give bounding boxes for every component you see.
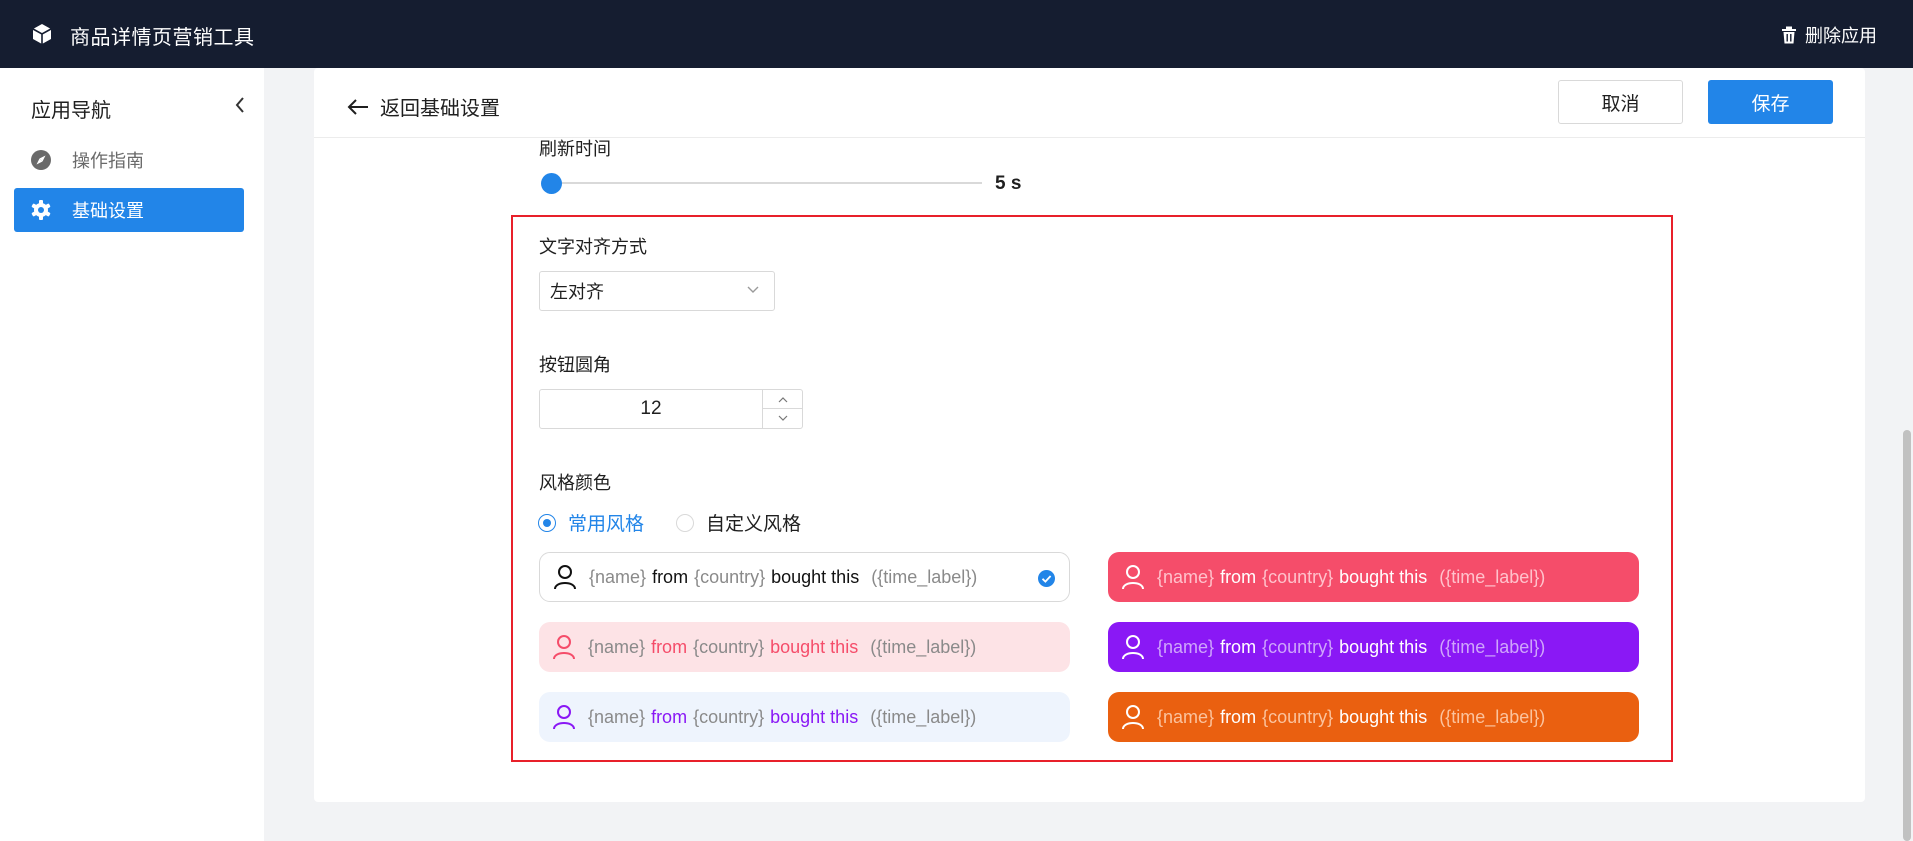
back-label: 返回基础设置 bbox=[380, 98, 500, 120]
radio-common-style[interactable]: 常用风格 bbox=[538, 509, 644, 536]
scrollbar-thumb[interactable] bbox=[1903, 430, 1911, 841]
text-align-value: 左对齐 bbox=[550, 282, 604, 302]
chevron-left-icon[interactable] bbox=[232, 94, 248, 116]
preset-name-token: {name} bbox=[1157, 706, 1215, 727]
user-icon bbox=[553, 635, 575, 660]
preset-time-token: ({time_label}) bbox=[1439, 706, 1546, 727]
style-color-label: 风格颜色 bbox=[539, 473, 611, 493]
chevron-up-icon bbox=[778, 396, 788, 402]
preset-from-text: from bbox=[652, 566, 689, 587]
preset-from-text: from bbox=[651, 706, 688, 727]
refresh-slider-track[interactable] bbox=[551, 182, 982, 184]
button-radius-value[interactable]: 12 bbox=[540, 390, 762, 428]
preset-bought-text: bought this bbox=[770, 706, 859, 727]
radio-label: 自定义风格 bbox=[706, 514, 802, 535]
delete-app-button[interactable]: 删除应用 bbox=[1781, 22, 1877, 48]
preset-country-token: {country} bbox=[694, 566, 766, 587]
sidebar-item-label: 操作指南 bbox=[72, 151, 144, 171]
decrement-button[interactable] bbox=[763, 409, 803, 428]
app-title: 商品详情页营销工具 bbox=[70, 27, 255, 49]
preset-name-token: {name} bbox=[1157, 566, 1215, 587]
preset-from-text: from bbox=[1220, 636, 1257, 657]
preset-time-token: ({time_label}) bbox=[1439, 636, 1546, 657]
preset-bought-text: bought this bbox=[770, 636, 859, 657]
sidebar-item-settings[interactable]: 基础设置 bbox=[14, 188, 244, 232]
preset-time-token: ({time_label}) bbox=[870, 706, 977, 727]
preset-bought-text: bought this bbox=[1339, 636, 1428, 657]
user-icon bbox=[1122, 705, 1144, 730]
preset-from-text: from bbox=[1220, 566, 1257, 587]
preset-country-token: {country} bbox=[1262, 636, 1334, 657]
preset-country-token: {country} bbox=[1262, 566, 1334, 587]
sidebar-title: 应用导航 bbox=[31, 100, 111, 122]
refresh-label: 刷新时间 bbox=[539, 139, 611, 159]
compass-icon bbox=[31, 150, 51, 170]
preset-name-token: {name} bbox=[1157, 636, 1215, 657]
preset-bought-text: bought this bbox=[1339, 566, 1428, 587]
trash-icon bbox=[1782, 26, 1796, 44]
refresh-value: 5 s bbox=[995, 173, 1022, 194]
user-icon bbox=[1122, 635, 1144, 660]
chevron-down-icon bbox=[747, 286, 759, 293]
preset-time-token: ({time_label}) bbox=[871, 566, 978, 587]
preset-bought-text: bought this bbox=[771, 566, 860, 587]
chevron-down-icon bbox=[778, 415, 788, 421]
preset-name-token: {name} bbox=[588, 706, 646, 727]
back-link[interactable]: 返回基础设置 bbox=[346, 92, 500, 121]
user-icon bbox=[553, 705, 575, 730]
save-button[interactable]: 保存 bbox=[1708, 80, 1833, 124]
preset-name-token: {name} bbox=[588, 636, 646, 657]
cancel-button[interactable]: 取消 bbox=[1558, 80, 1683, 124]
cube-icon bbox=[32, 24, 52, 44]
top-bar: 商品详情页营销工具 删除应用 bbox=[0, 0, 1913, 68]
refresh-slider-handle[interactable] bbox=[541, 173, 562, 194]
preset-bought-text: bought this bbox=[1339, 706, 1428, 727]
text-align-select[interactable]: 左对齐 bbox=[539, 271, 775, 311]
style-preset-3[interactable]: {name} from {country} bought this ({time_lab… bbox=[539, 692, 1070, 742]
preset-country-token: {country} bbox=[1262, 706, 1334, 727]
sidebar-item-guide[interactable]: 操作指南 bbox=[14, 138, 244, 182]
style-preset-6[interactable]: {name} from {country} bought this ({time_lab… bbox=[1108, 692, 1639, 742]
radio-dot bbox=[676, 513, 694, 532]
increment-button[interactable] bbox=[763, 390, 803, 409]
text-align-label: 文字对齐方式 bbox=[539, 237, 647, 257]
style-preset-1[interactable]: {name} from {country} bought this ({time_lab… bbox=[539, 552, 1070, 602]
radio-custom-style[interactable]: 自定义风格 bbox=[676, 509, 801, 536]
preset-time-token: ({time_label}) bbox=[870, 636, 977, 657]
user-icon bbox=[1122, 565, 1144, 590]
button-radius-label: 按钮圆角 bbox=[539, 355, 611, 375]
preset-name-token: {name} bbox=[589, 566, 647, 587]
delete-app-label: 删除应用 bbox=[1805, 26, 1877, 46]
sidebar: 应用导航 操作指南 基础设置 bbox=[0, 68, 264, 841]
card-header: 返回基础设置 取消 保存 bbox=[314, 68, 1865, 138]
user-icon bbox=[554, 565, 576, 590]
sidebar-item-label: 基础设置 bbox=[72, 201, 144, 221]
gear-icon bbox=[31, 200, 51, 220]
style-preset-4[interactable]: {name} from {country} bought this ({time_lab… bbox=[1108, 552, 1639, 602]
check-circle-icon bbox=[1038, 570, 1055, 587]
preset-time-token: ({time_label}) bbox=[1439, 566, 1546, 587]
preset-from-text: from bbox=[651, 636, 688, 657]
arrow-left-icon bbox=[347, 98, 368, 115]
radio-dot bbox=[538, 513, 556, 532]
radio-label: 常用风格 bbox=[568, 514, 645, 535]
preset-country-token: {country} bbox=[693, 636, 765, 657]
button-radius-stepper[interactable]: 12 bbox=[539, 389, 803, 429]
stepper-arrows bbox=[762, 390, 803, 428]
preset-country-token: {country} bbox=[693, 706, 765, 727]
preset-from-text: from bbox=[1220, 706, 1257, 727]
style-preset-5[interactable]: {name} from {country} bought this ({time_lab… bbox=[1108, 622, 1639, 672]
style-preset-2[interactable]: {name} from {country} bought this ({time_lab… bbox=[539, 622, 1070, 672]
